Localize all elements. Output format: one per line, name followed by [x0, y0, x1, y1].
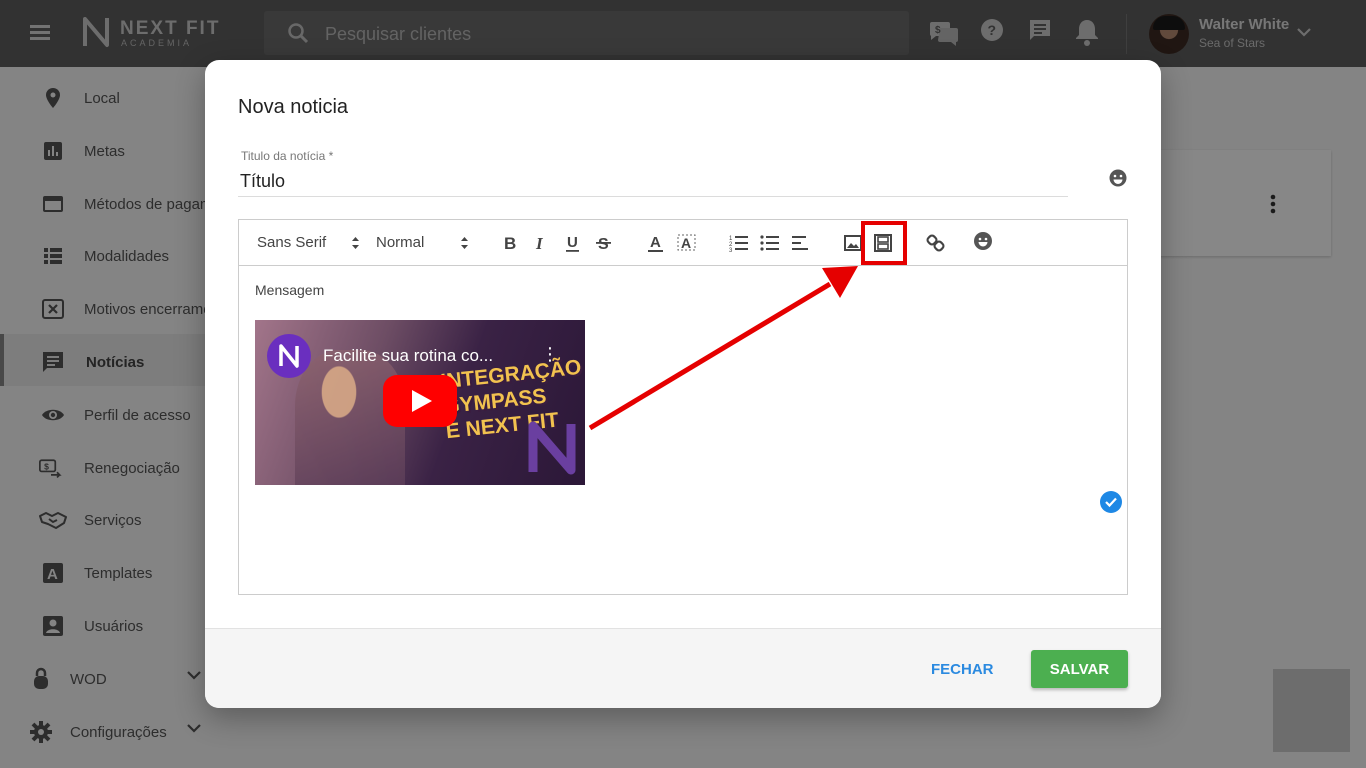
link-icon[interactable]: [925, 232, 947, 254]
rich-text-editor: Sans Serif Normal B I U S A A 123 Mensag…: [238, 219, 1128, 595]
size-select-value: Normal: [376, 234, 425, 251]
select-arrows-icon: [461, 237, 468, 249]
editor-toolbar: Sans Serif Normal B I U S A A 123: [239, 220, 1127, 266]
emoji-icon[interactable]: [972, 230, 994, 252]
svg-text:I: I: [535, 234, 544, 253]
title-field-label: Titulo da notícia *: [241, 149, 334, 163]
select-arrows-icon: [352, 237, 359, 249]
bold-icon[interactable]: B: [499, 232, 521, 254]
check-circle-icon[interactable]: [1100, 491, 1122, 513]
embedded-video[interactable]: INTEGRAÇÃO GYMPASS E NEXT FIT Facilite s…: [255, 320, 585, 485]
svg-text:S: S: [598, 236, 609, 253]
font-select[interactable]: Sans Serif: [257, 234, 359, 251]
underline-icon[interactable]: U: [562, 232, 584, 254]
emoji-icon[interactable]: [1109, 169, 1127, 187]
svg-text:A: A: [650, 234, 661, 251]
save-button-label: SALVAR: [1049, 661, 1110, 678]
svg-text:3: 3: [729, 248, 733, 254]
dialog-title: Nova noticia: [238, 96, 349, 118]
font-select-value: Sans Serif: [257, 234, 327, 251]
editor-content[interactable]: Mensagem INTEGRAÇÃO GYMPASS E NEXT FIT F…: [239, 266, 1127, 594]
strikethrough-icon[interactable]: S: [593, 232, 615, 254]
italic-icon[interactable]: I: [530, 232, 552, 254]
message-text: Mensagem: [255, 282, 325, 298]
more-vert-icon[interactable]: ⋮: [541, 344, 559, 365]
svg-text:U: U: [567, 234, 578, 251]
title-field[interactable]: Título: [240, 171, 285, 192]
highlight-box: [861, 221, 907, 265]
video-title[interactable]: Facilite sua rotina co...: [323, 346, 493, 366]
bullet-list-icon[interactable]: [759, 232, 781, 254]
channel-avatar[interactable]: [267, 334, 311, 378]
text-color-icon[interactable]: A: [645, 232, 667, 254]
dialog-footer: FECHAR SALVAR: [205, 628, 1161, 708]
next-fit-logo-icon: [279, 344, 299, 368]
background-color-icon[interactable]: A: [676, 232, 698, 254]
save-button[interactable]: SALVAR: [1031, 650, 1128, 688]
title-field-underline: [238, 196, 1068, 197]
new-news-dialog: Nova noticia Titulo da notícia * Título …: [205, 60, 1161, 708]
align-icon[interactable]: [790, 232, 812, 254]
play-button[interactable]: [383, 375, 457, 427]
svg-text:B: B: [504, 234, 516, 253]
size-select[interactable]: Normal: [376, 234, 468, 251]
next-fit-logo-icon: [528, 421, 576, 475]
ordered-list-icon[interactable]: 123: [728, 232, 750, 254]
close-button[interactable]: FECHAR: [931, 661, 994, 678]
svg-text:A: A: [681, 235, 691, 251]
